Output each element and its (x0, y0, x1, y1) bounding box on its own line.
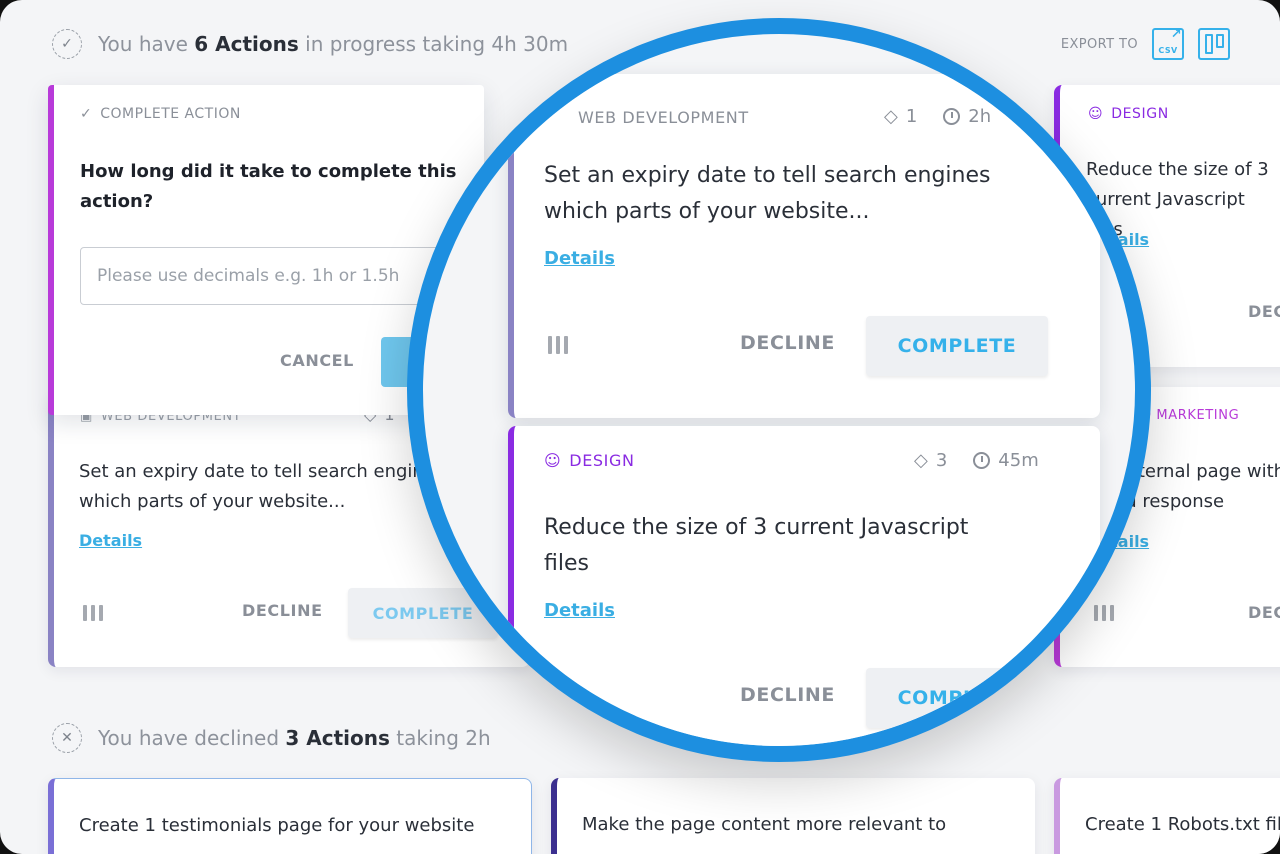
card-category: ☺DESIGN (544, 451, 635, 470)
decline-button[interactable]: DECLINE (740, 684, 835, 706)
diamond-icon: ◇ (914, 450, 928, 471)
check-circle-icon: ✓ (52, 29, 82, 59)
app-frame: ✓ You have 6 Actions in progress taking … (0, 0, 1280, 854)
complete-button[interactable]: COMPLETE (866, 316, 1048, 376)
action-card-webdev-zoomed: WEB DEVELOPMENT ◇ 1 2h Set an expiry date… (508, 74, 1100, 418)
export-label: EXPORT TO (1060, 36, 1138, 52)
declined-card: Make the page content more relevant to (551, 778, 1035, 854)
complete-button[interactable]: COMPLETE (866, 668, 1048, 728)
card-category: WEB DEVELOPMENT (578, 108, 749, 127)
board-export-icon[interactable] (1198, 28, 1230, 60)
card-meta: ◇ 1 2h (884, 106, 992, 127)
in-progress-count: 6 Actions (194, 32, 299, 56)
palette-icon: ☺ (544, 451, 562, 470)
declined-card: Create 1 testimonials page for your webs… (48, 778, 532, 854)
card-category: ☺DESIGN (1088, 106, 1169, 122)
declined-suffix: taking 2h (396, 726, 491, 750)
x-circle-icon: ✕ (52, 723, 82, 753)
in-progress-suffix: in progress taking 4h 30m (305, 32, 569, 56)
decline-button[interactable]: DECLINE (242, 601, 323, 620)
declined-card-title: Create 1 testimonials page for your webs… (79, 815, 475, 836)
card-title: Set an expiry date to tell search engine… (79, 461, 445, 512)
drag-handle-icon[interactable] (83, 605, 103, 621)
declined-card-title: Make the page content more relevant to (582, 814, 947, 835)
check-icon: ✓ (80, 106, 93, 122)
declined-card: Create 1 Robots.txt file (1054, 778, 1280, 854)
drag-handle-icon[interactable] (548, 336, 568, 354)
decline-button[interactable]: DECLINE (1248, 302, 1280, 321)
in-progress-summary: ✓ You have 6 Actions in progress taking … (52, 29, 568, 59)
declined-prefix: You have declined (98, 726, 280, 750)
card-title: Reduce the size of 3 current Javascript … (544, 515, 969, 576)
in-progress-prefix: You have (98, 32, 188, 56)
magnifier-lens: WEB DEVELOPMENT ◇ 1 2h Set an expiry date… (407, 18, 1151, 762)
decline-button[interactable]: DECLINE (1248, 603, 1280, 622)
diamond-icon: ◇ (884, 106, 898, 127)
declined-card-title: Create 1 Robots.txt file (1085, 814, 1280, 835)
declined-count: 3 Actions (285, 726, 390, 750)
duration-input[interactable] (80, 247, 450, 305)
decline-button[interactable]: DECLINE (740, 332, 835, 354)
card-title: Set an expiry date to tell search engine… (544, 163, 991, 224)
cancel-button[interactable]: CANCEL (280, 351, 354, 370)
details-link[interactable]: Details (79, 531, 142, 550)
details-link[interactable]: Details (544, 600, 615, 621)
clock-icon (973, 452, 991, 469)
popup-title: ✓ COMPLETE ACTION (80, 106, 241, 122)
popup-question: How long did it take to complete this ac… (80, 161, 457, 212)
clock-icon (943, 108, 961, 125)
export-bar: EXPORT TO CSV (1060, 27, 1230, 60)
csv-export-icon[interactable]: CSV (1152, 27, 1184, 60)
declined-summary: ✕ You have declined 3 Actions taking 2h (52, 723, 491, 753)
csv-label: CSV (1158, 46, 1178, 55)
card-meta: ◇ 3 45m (914, 450, 1039, 471)
action-card-design-zoomed: ☺ DESIGN ◇ 3 45m Reduce the size of 3 curr… (508, 426, 1100, 746)
details-link[interactable]: Details (544, 248, 615, 269)
